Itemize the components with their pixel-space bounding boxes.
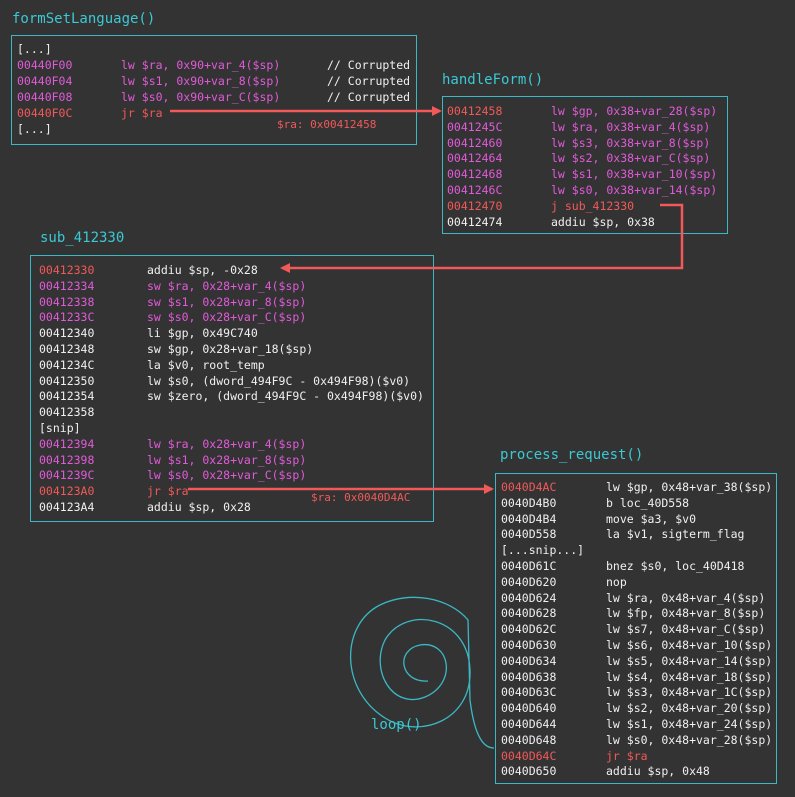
flow-arrows <box>170 106 684 749</box>
loop-label: loop() <box>371 717 422 733</box>
arrow-to-sub412330 <box>280 203 684 273</box>
ra-label-process-request: $ra: 0x0040D4AC <box>311 491 411 504</box>
ra-label-handleform: $ra: 0x00412458 <box>277 118 377 131</box>
